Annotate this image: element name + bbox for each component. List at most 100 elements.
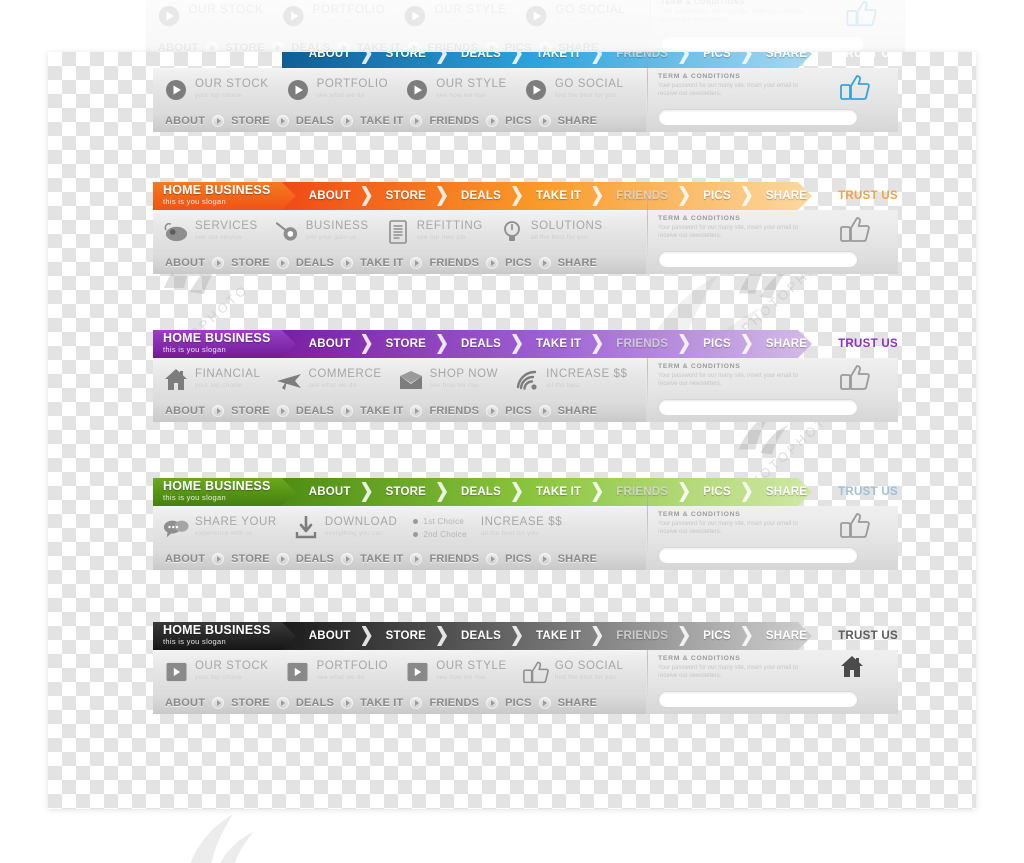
newsletter-email-input[interactable]: [660, 35, 865, 52]
trust-us-label[interactable]: TRUST US: [838, 52, 898, 68]
feature-commerce[interactable]: COMMERCE see what we do: [276, 367, 381, 393]
menu-item-take-it[interactable]: TAKE IT: [523, 622, 594, 650]
menu-item-take-it[interactable]: TAKE IT: [523, 330, 594, 358]
bottom-menu-item-about[interactable]: ABOUT: [165, 257, 205, 269]
bottom-menu-item-friends[interactable]: FRIENDS: [429, 553, 479, 565]
choice-item[interactable]: 1st Choice: [413, 515, 466, 528]
bottom-menu-item-store[interactable]: STORE: [231, 115, 270, 127]
bottom-menu-item-pics[interactable]: PICS: [505, 405, 531, 417]
feature-our-style[interactable]: OUR STYLE see how we rise: [404, 659, 507, 685]
bottom-menu-item-store[interactable]: STORE: [225, 42, 264, 52]
thumbs-up-icon[interactable]: [840, 363, 870, 391]
bottom-menu-item-store[interactable]: STORE: [231, 257, 270, 269]
newsletter-email-input[interactable]: [658, 399, 858, 416]
home-icon[interactable]: [840, 655, 870, 683]
newsletter-email-input[interactable]: [658, 109, 858, 126]
feature-our-stock[interactable]: OUR STOCK your top choice: [163, 659, 269, 685]
bottom-menu-item-take-it[interactable]: TAKE IT: [360, 697, 403, 709]
feature-our-style[interactable]: OUR STYLE see how we rise: [404, 77, 507, 103]
feature-our-stock[interactable]: OUR STOCK your top choice: [156, 2, 264, 29]
menu-item-take-it[interactable]: TAKE IT: [523, 478, 594, 506]
bottom-menu-item-deals[interactable]: DEALS: [296, 697, 334, 709]
menu-item-share[interactable]: SHARE: [753, 52, 820, 68]
thumbs-up-icon[interactable]: [840, 73, 870, 101]
menu-item-pics[interactable]: PICS: [690, 478, 744, 506]
menu-item-take-it[interactable]: TAKE IT: [523, 52, 594, 68]
menu-item-about[interactable]: ABOUT: [296, 478, 364, 506]
feature-shop-now[interactable]: SHOP NOW see how we rise: [398, 367, 498, 393]
choice-item[interactable]: 2nd Choice: [413, 528, 467, 541]
menu-item-share[interactable]: SHARE: [753, 478, 820, 506]
feature-share-your[interactable]: SHARE YOUR experience with us: [163, 515, 277, 541]
bottom-menu-item-about[interactable]: ABOUT: [165, 553, 205, 565]
bottom-menu-item-friends[interactable]: FRIENDS: [429, 115, 479, 127]
menu-item-share[interactable]: SHARE: [753, 622, 820, 650]
menu-item-deals[interactable]: DEALS: [448, 478, 514, 506]
bottom-menu-item-store[interactable]: STORE: [231, 553, 270, 565]
menu-item-about[interactable]: ABOUT: [296, 330, 364, 358]
bottom-menu-item-share[interactable]: SHARE: [558, 257, 598, 269]
feature-services[interactable]: SERVICES see our service: [163, 219, 258, 245]
bottom-menu-item-share[interactable]: SHARE: [558, 42, 598, 52]
thumbs-up-icon[interactable]: [846, 0, 877, 27]
trust-us-label[interactable]: TRUST US: [838, 622, 898, 650]
menu-item-friends[interactable]: FRIENDS: [603, 622, 681, 650]
menu-item-pics[interactable]: PICS: [690, 52, 744, 68]
thumbs-up-icon[interactable]: [840, 215, 870, 243]
feature-our-style[interactable]: OUR STYLE see how we rise: [402, 2, 507, 29]
bottom-menu-item-share[interactable]: SHARE: [558, 405, 598, 417]
bottom-menu-item-friends[interactable]: FRIENDS: [429, 697, 479, 709]
menu-item-pics[interactable]: PICS: [690, 622, 744, 650]
brand-logo[interactable]: HOME BUSINESS this is you slogan: [153, 182, 296, 210]
menu-item-store[interactable]: STORE: [373, 182, 439, 210]
menu-item-pics[interactable]: PICS: [690, 330, 744, 358]
bottom-menu-item-take-it[interactable]: TAKE IT: [360, 115, 403, 127]
feature-portfolio[interactable]: PORTFOLIO see what we do: [285, 77, 389, 103]
menu-item-share[interactable]: SHARE: [753, 330, 820, 358]
feature-increase[interactable]: INCREASE $$ all the best for you: [481, 516, 562, 539]
bottom-menu-item-share[interactable]: SHARE: [558, 697, 598, 709]
bottom-menu-item-share[interactable]: SHARE: [558, 553, 598, 565]
brand-logo[interactable]: HOME BUSINESS this is you slogan: [153, 478, 296, 506]
feature-go-social[interactable]: GO SOCIAL find the best for you: [523, 2, 626, 29]
bottom-menu-item-about[interactable]: ABOUT: [165, 697, 205, 709]
trust-us-label[interactable]: TRUST US: [838, 330, 898, 358]
bottom-menu-item-pics[interactable]: PICS: [505, 42, 532, 52]
newsletter-email-input[interactable]: [658, 691, 858, 708]
bottom-menu-item-pics[interactable]: PICS: [505, 697, 531, 709]
brand-logo[interactable]: HOME BUSINESS this is you slogan: [153, 330, 296, 358]
feature-download[interactable]: DOWNLOAD everything you can: [293, 515, 398, 541]
bottom-menu-item-store[interactable]: STORE: [231, 405, 270, 417]
feature-portfolio[interactable]: PORTFOLIO see what we do: [280, 2, 386, 29]
feature-refitting[interactable]: REFITTING see our new job: [385, 219, 483, 245]
menu-item-friends[interactable]: FRIENDS: [603, 478, 681, 506]
trust-us-label[interactable]: TRUST US: [838, 478, 898, 506]
bottom-menu-item-deals[interactable]: DEALS: [296, 405, 334, 417]
bottom-menu-item-friends[interactable]: FRIENDS: [429, 257, 479, 269]
menu-item-store[interactable]: STORE: [373, 478, 439, 506]
bottom-menu-item-take-it[interactable]: TAKE IT: [360, 405, 403, 417]
feature-financial[interactable]: FINANCIAL your top choice: [163, 367, 260, 393]
feature-our-stock[interactable]: OUR STOCK your top choice: [163, 77, 269, 103]
menu-item-deals[interactable]: DEALS: [448, 622, 514, 650]
menu-item-about[interactable]: ABOUT: [296, 182, 364, 210]
menu-item-deals[interactable]: DEALS: [448, 182, 514, 210]
bottom-menu-item-take-it[interactable]: TAKE IT: [360, 553, 403, 565]
bottom-menu-item-friends[interactable]: FRIENDS: [428, 42, 479, 52]
menu-item-friends[interactable]: FRIENDS: [603, 330, 681, 358]
bottom-menu-item-deals[interactable]: DEALS: [296, 553, 334, 565]
bottom-menu-item-take-it[interactable]: TAKE IT: [360, 257, 403, 269]
menu-item-store[interactable]: STORE: [373, 622, 439, 650]
bottom-menu-item-pics[interactable]: PICS: [505, 115, 531, 127]
menu-item-store[interactable]: STORE: [373, 52, 439, 68]
bottom-menu-item-share[interactable]: SHARE: [558, 115, 598, 127]
bottom-menu-item-store[interactable]: STORE: [231, 697, 270, 709]
menu-item-friends[interactable]: FRIENDS: [603, 182, 681, 210]
thumbs-up-icon[interactable]: [840, 511, 870, 539]
bottom-menu-item-pics[interactable]: PICS: [505, 257, 531, 269]
menu-item-about[interactable]: ABOUT: [296, 52, 364, 68]
bottom-menu-item-about[interactable]: ABOUT: [165, 115, 205, 127]
feature-increase[interactable]: INCREASE $$ all the best: [514, 367, 627, 393]
feature-portfolio[interactable]: PORTFOLIO see what we do: [285, 659, 389, 685]
menu-item-share[interactable]: SHARE: [753, 182, 820, 210]
